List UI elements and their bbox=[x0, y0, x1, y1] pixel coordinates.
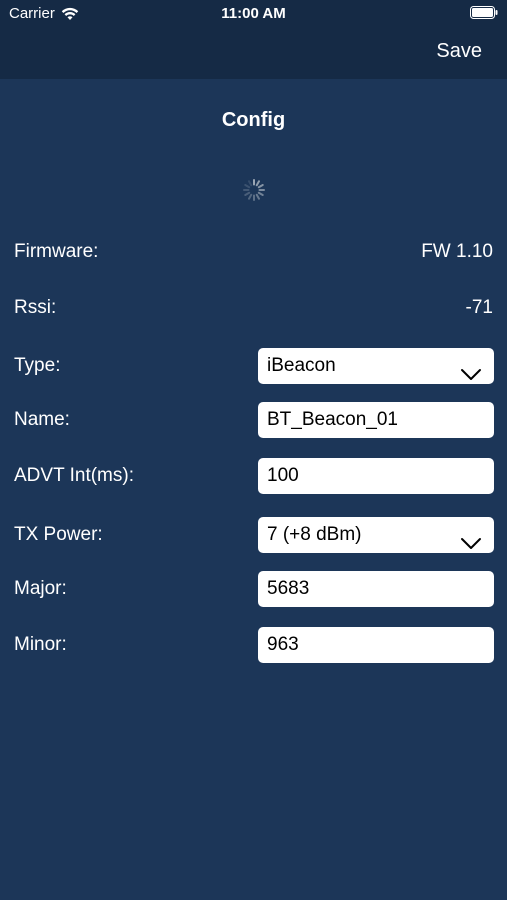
rssi-label: Rssi: bbox=[14, 297, 57, 318]
navigation-bar: Save bbox=[0, 28, 507, 79]
page-title: Config bbox=[221, 109, 286, 131]
tx-power-row: TX Power: 7 (+8 dBm) bbox=[0, 516, 507, 554]
spinner-icon bbox=[242, 178, 266, 202]
tx-power-select-value: 7 (+8 dBm) bbox=[267, 524, 362, 545]
config-screen: Carrier 11:00 AM Save Config Firmware: F… bbox=[0, 0, 507, 900]
chevron-down-icon bbox=[460, 359, 482, 380]
battery-icon bbox=[470, 6, 498, 19]
status-bar: Carrier 11:00 AM bbox=[0, 0, 507, 28]
advt-interval-label: ADVT Int(ms): bbox=[14, 465, 134, 486]
firmware-value: FW 1.10 bbox=[421, 241, 493, 262]
advt-interval-row: ADVT Int(ms): 100 bbox=[0, 457, 507, 495]
minor-input[interactable]: 963 bbox=[258, 627, 494, 663]
major-input[interactable]: 5683 bbox=[258, 571, 494, 607]
status-time: 11:00 AM bbox=[221, 5, 286, 22]
top-bar: Carrier 11:00 AM Save bbox=[0, 0, 507, 79]
firmware-label: Firmware: bbox=[14, 241, 99, 262]
firmware-row: Firmware: FW 1.10 bbox=[0, 233, 507, 271]
name-row: Name: BT_Beacon_01 bbox=[0, 401, 507, 439]
major-label: Major: bbox=[14, 578, 67, 599]
minor-label: Minor: bbox=[14, 634, 67, 655]
type-label: Type: bbox=[14, 355, 61, 376]
type-select[interactable]: iBeacon bbox=[258, 348, 494, 384]
major-row: Major: 5683 bbox=[0, 570, 507, 608]
tx-power-label: TX Power: bbox=[14, 524, 103, 545]
name-input[interactable]: BT_Beacon_01 bbox=[258, 402, 494, 438]
chevron-down-icon bbox=[460, 528, 482, 549]
save-button[interactable]: Save bbox=[436, 40, 482, 63]
type-select-value: iBeacon bbox=[267, 355, 336, 376]
rssi-row: Rssi: -71 bbox=[0, 289, 507, 327]
minor-row: Minor: 963 bbox=[0, 626, 507, 664]
name-label: Name: bbox=[14, 409, 70, 430]
advt-interval-input[interactable]: 100 bbox=[258, 458, 494, 494]
type-row: Type: iBeacon bbox=[0, 347, 507, 385]
tx-power-select[interactable]: 7 (+8 dBm) bbox=[258, 517, 494, 553]
rssi-value: -71 bbox=[465, 297, 493, 318]
